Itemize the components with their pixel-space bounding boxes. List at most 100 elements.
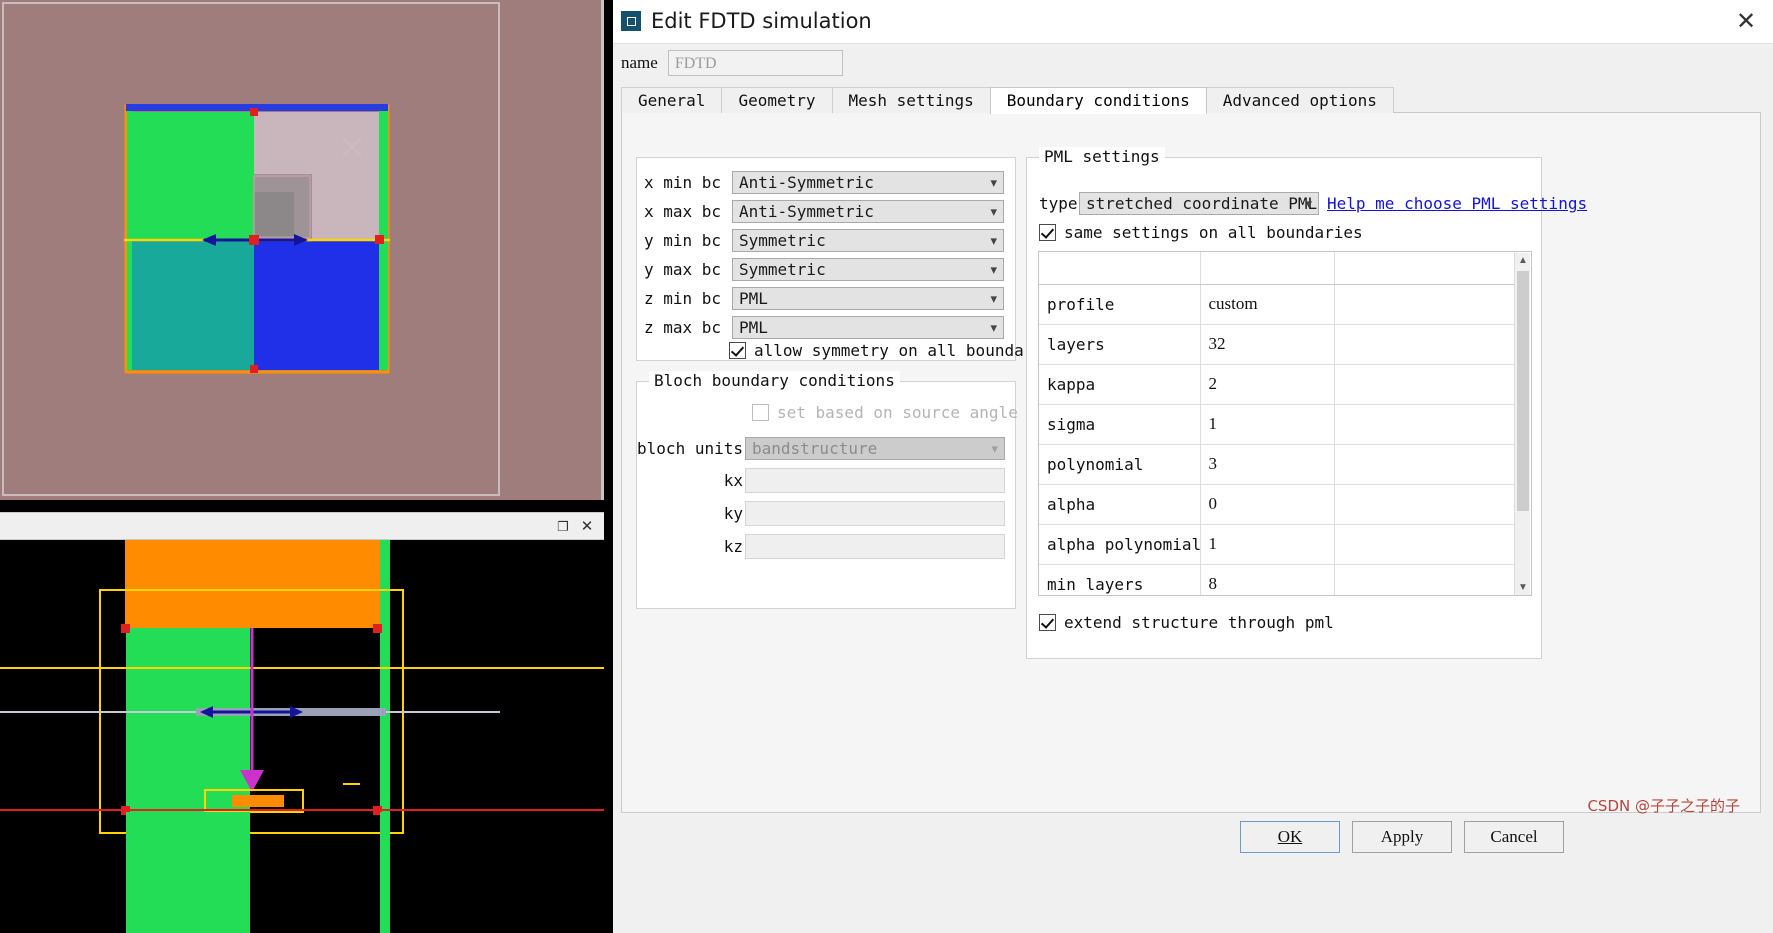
allow-symmetry-checkbox[interactable] xyxy=(729,342,746,359)
x-min-bc-value: Anti-Symmetric xyxy=(739,173,874,192)
chevron-down-icon: ▾ xyxy=(1305,196,1312,211)
ky-label: ky xyxy=(723,504,743,523)
pml-type-value: stretched coordinate PML xyxy=(1086,194,1318,213)
pml-row-value-layers[interactable]: 32 xyxy=(1200,324,1335,365)
pml-row-extra-sigma xyxy=(1334,404,1517,445)
pml-row-key-sigma: sigma xyxy=(1039,404,1201,445)
chevron-down-icon: ▾ xyxy=(990,262,997,277)
pml-help-link[interactable]: Help me choose PML settings xyxy=(1327,192,1587,215)
cross-section-viewport[interactable] xyxy=(0,540,604,933)
table-header-row xyxy=(1039,252,1517,285)
chevron-down-icon: ▾ xyxy=(990,320,997,335)
table-row[interactable]: polynomial 3 xyxy=(1039,444,1517,485)
pml-row-value-alpha[interactable]: 0 xyxy=(1200,484,1335,525)
csdn-watermark: CSDN @子子之子的子 xyxy=(1587,797,1740,815)
extend-structure-label: extend structure through pml xyxy=(1064,613,1334,632)
pml-type-select[interactable]: stretched coordinate PML ▾ xyxy=(1079,192,1319,215)
pml-row-extra-alpha xyxy=(1334,484,1517,525)
viewport-close-icon[interactable]: ✕ xyxy=(578,518,596,536)
x-max-bc-select[interactable]: Anti-Symmetric ▾ xyxy=(732,200,1004,223)
tab-boundary-conditions[interactable]: Boundary conditions xyxy=(989,87,1207,114)
header-cell-extra xyxy=(1334,252,1517,285)
cancel-button[interactable]: Cancel xyxy=(1464,821,1564,853)
pml-row-key-alpha: alpha xyxy=(1039,484,1201,525)
apply-button[interactable]: Apply xyxy=(1352,821,1452,853)
y-min-bc-value: Symmetric xyxy=(739,231,826,250)
tab-advanced-options[interactable]: Advanced options xyxy=(1205,87,1394,113)
cross-section-drawing xyxy=(0,540,604,933)
table-row[interactable]: min layers 8 xyxy=(1039,564,1517,595)
y-max-bc-value: Symmetric xyxy=(739,260,826,279)
tab-mesh-settings[interactable]: Mesh settings xyxy=(831,87,991,113)
edit-fdtd-simulation-dialog: Edit FDTD simulation ✕ name FDTD General … xyxy=(610,0,1773,933)
y-max-bc-select[interactable]: Symmetric ▾ xyxy=(732,258,1004,281)
x-min-bc-label: x min bc xyxy=(643,173,721,192)
kz-label: kz xyxy=(723,537,743,556)
bloch-units-value: bandstructure xyxy=(752,439,878,458)
set-based-on-source-angle-checkbox[interactable] xyxy=(752,404,769,421)
pml-row-key-alpha-polynomial: alpha polynomial xyxy=(1039,524,1201,565)
z-min-bc-select[interactable]: PML ▾ xyxy=(732,287,1004,310)
table-row[interactable]: profile custom xyxy=(1039,284,1517,325)
pml-row-value-alpha-polynomial[interactable]: 1 xyxy=(1200,524,1335,565)
table-row[interactable]: sigma 1 xyxy=(1039,404,1517,445)
kx-input[interactable] xyxy=(745,468,1005,493)
dialog-title: Edit FDTD simulation xyxy=(651,9,872,33)
tab-general[interactable]: General xyxy=(621,87,723,113)
perspective-structure xyxy=(124,104,390,374)
allow-symmetry-label: allow symmetry on all boundaries xyxy=(754,341,1063,360)
x-min-bc-select[interactable]: Anti-Symmetric ▾ xyxy=(732,171,1004,194)
z-max-bc-select[interactable]: PML ▾ xyxy=(732,316,1004,339)
dialog-button-bar: OK Apply Cancel xyxy=(613,821,1773,881)
table-row[interactable]: alpha 0 xyxy=(1039,484,1517,525)
viewport-restore-icon[interactable]: ❐ xyxy=(554,518,572,536)
name-input[interactable]: FDTD xyxy=(667,50,843,76)
pml-row-value-min-layers[interactable]: 8 xyxy=(1200,564,1335,595)
y-min-bc-select[interactable]: Symmetric ▾ xyxy=(732,229,1004,252)
pml-parameters-table: profile custom layers 32 kappa 2 sigma 1… xyxy=(1039,252,1517,595)
ok-button[interactable]: OK xyxy=(1240,821,1340,853)
name-row: name FDTD xyxy=(621,50,843,76)
bloch-units-select[interactable]: bandstructure ▾ xyxy=(745,437,1005,460)
dialog-titlebar: Edit FDTD simulation ✕ xyxy=(613,0,1773,44)
pml-row-value-sigma[interactable]: 1 xyxy=(1200,404,1335,445)
ky-input[interactable] xyxy=(745,501,1005,526)
tab-geometry[interactable]: Geometry xyxy=(721,87,833,113)
scroll-up-icon[interactable]: ▲ xyxy=(1515,253,1531,269)
bloch-units-label: bloch units xyxy=(637,439,743,458)
table-row[interactable]: layers 32 xyxy=(1039,324,1517,365)
y-min-bc-label: y min bc xyxy=(643,231,721,250)
chevron-down-icon: ▾ xyxy=(990,175,997,190)
extend-structure-checkbox[interactable] xyxy=(1039,614,1056,631)
pml-row-extra-min-layers xyxy=(1334,564,1517,595)
bloch-boundary-conditions-group: Bloch boundary conditions set based on s… xyxy=(636,371,1018,609)
pml-type-label: type xyxy=(1039,194,1078,213)
perspective-viewport[interactable] xyxy=(0,0,604,500)
ok-button-label: OK xyxy=(1277,827,1303,846)
kz-input[interactable] xyxy=(745,534,1005,559)
same-settings-checkbox[interactable] xyxy=(1039,224,1056,241)
y-max-bc-label: y max bc xyxy=(643,260,721,279)
pml-row-extra-layers xyxy=(1334,324,1517,365)
viewport-pane: ❐ ✕ xyxy=(0,0,610,933)
table-row[interactable]: alpha polynomial 1 xyxy=(1039,524,1517,565)
pml-row-value-profile[interactable]: custom xyxy=(1200,284,1335,325)
kx-label: kx xyxy=(723,471,743,490)
close-icon[interactable]: ✕ xyxy=(1729,6,1763,38)
pml-row-value-polynomial[interactable]: 3 xyxy=(1200,444,1335,485)
scroll-down-icon[interactable]: ▼ xyxy=(1515,580,1531,595)
pml-row-extra-kappa xyxy=(1334,364,1517,405)
pml-row-key-polynomial: polynomial xyxy=(1039,444,1201,485)
same-settings-label: same settings on all boundaries xyxy=(1064,223,1363,242)
pml-parameters-table-container[interactable]: profile custom layers 32 kappa 2 sigma 1… xyxy=(1038,251,1532,596)
z-max-bc-value: PML xyxy=(739,318,768,337)
pml-row-key-profile: profile xyxy=(1039,284,1201,325)
pml-row-extra-profile xyxy=(1334,284,1517,325)
screen-root: ❐ ✕ Edit FDTD simulation ✕ name FDTD Gen… xyxy=(0,0,1773,933)
pml-row-value-kappa[interactable]: 2 xyxy=(1200,364,1335,405)
tabstrip: General Geometry Mesh settings Boundary … xyxy=(621,87,1761,114)
pml-table-scrollbar[interactable]: ▲ ▼ xyxy=(1514,253,1531,595)
scrollbar-thumb[interactable] xyxy=(1517,271,1529,511)
table-row[interactable]: kappa 2 xyxy=(1039,364,1517,405)
header-cell-param xyxy=(1039,252,1201,285)
